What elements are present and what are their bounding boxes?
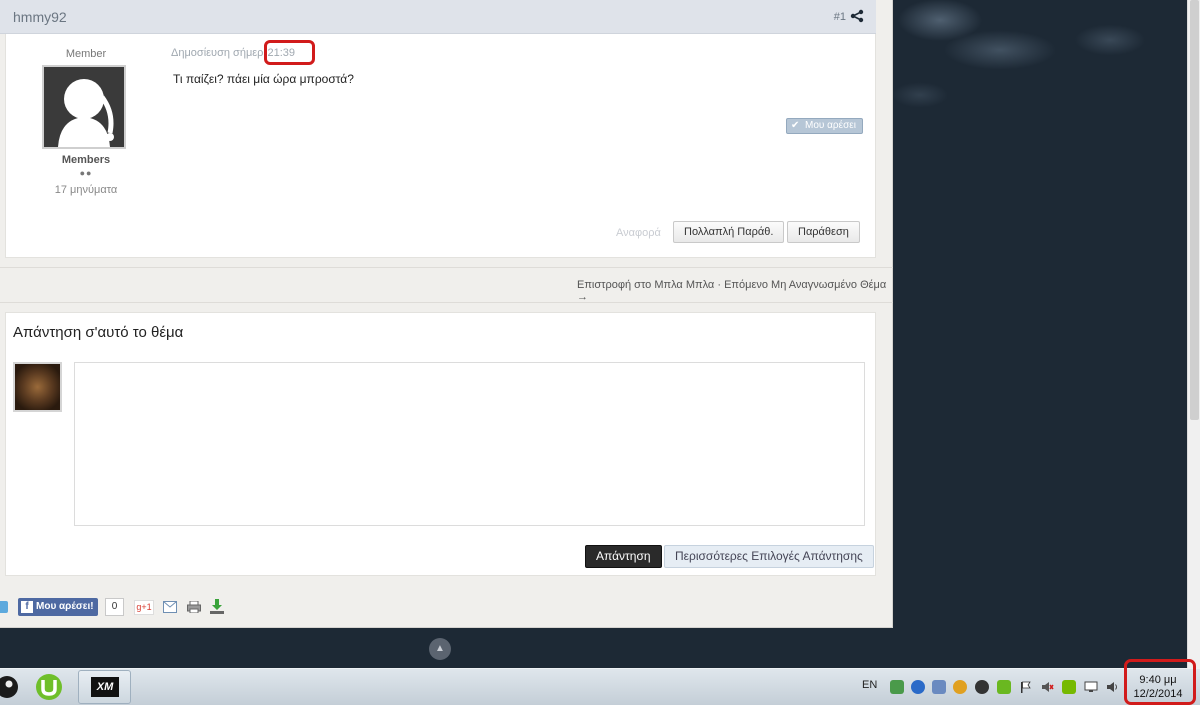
user-avatar[interactable]: [13, 362, 62, 412]
tray-app-icon[interactable]: [932, 680, 946, 694]
default-avatar-icon: [44, 67, 124, 147]
network-icon[interactable]: [1084, 680, 1098, 694]
report-link[interactable]: Αναφορά: [616, 227, 661, 239]
member-group: Members: [61, 154, 111, 166]
like-label: Μου αρέσει: [805, 120, 856, 131]
thread-navigation: Επιστροφή στο Μπλα Μπλα · Επόμενο Μη Ανα…: [577, 279, 892, 303]
print-icon[interactable]: [187, 601, 201, 613]
twitter-icon[interactable]: [0, 601, 8, 613]
tray-app-icon[interactable]: [911, 680, 925, 694]
xm-icon: XM: [91, 677, 119, 697]
reply-textarea[interactable]: [74, 362, 865, 526]
member-title: Member: [65, 48, 107, 60]
posted-label: Δημοσίευση σήμερ: [171, 47, 264, 59]
scroll-to-top-button[interactable]: ▲: [429, 638, 451, 660]
share-icon[interactable]: [850, 9, 864, 23]
steam-icon: [0, 676, 18, 698]
action-center-flag-icon[interactable]: [1019, 680, 1033, 694]
like-button[interactable]: ✔ Μου αρέσει: [786, 118, 863, 134]
nvidia-icon[interactable]: [1062, 680, 1076, 694]
facebook-like-count: 0: [105, 598, 124, 616]
facebook-like-button[interactable]: f Μου αρέσει!: [18, 598, 98, 616]
post-number[interactable]: #1: [834, 11, 846, 23]
tray-app-icon[interactable]: [953, 680, 967, 694]
language-indicator[interactable]: EN: [862, 679, 877, 691]
facebook-icon: f: [21, 601, 33, 613]
browser-scrollbar[interactable]: [1187, 0, 1200, 668]
scrollbar-thumb[interactable]: [1190, 0, 1199, 420]
clock-highlight-annotation: [1124, 659, 1196, 705]
divider: [0, 267, 893, 268]
taskbar-app-utorrent[interactable]: [23, 670, 76, 704]
taskbar-app-xm[interactable]: XM: [78, 670, 131, 704]
quote-button[interactable]: Παράθεση: [787, 221, 860, 243]
nav-separator: ·: [717, 279, 722, 291]
speaker-icon[interactable]: [1105, 680, 1119, 694]
fb-like-label: Μου αρέσει!: [36, 601, 94, 612]
rank-dots: ●●: [79, 168, 93, 178]
volume-muted-icon[interactable]: [1040, 680, 1054, 694]
email-icon[interactable]: [163, 601, 177, 613]
steam-tray-icon[interactable]: [975, 680, 989, 694]
reply-section: Απάντηση σ'αυτό το θέμα Απάντηση Περισσό…: [5, 312, 876, 576]
post-content: Τι παίζει? πάει μία ώρα μπροστά?: [173, 72, 354, 86]
multiquote-button[interactable]: Πολλαπλή Παράθ.: [673, 221, 785, 243]
post-author-name[interactable]: hmmy92: [13, 9, 67, 25]
check-icon: ✔: [791, 120, 800, 131]
more-reply-options-button[interactable]: Περισσότερες Επιλογές Απάντησης: [664, 545, 874, 568]
share-row: f Μου αρέσει! 0 g+1: [0, 598, 300, 620]
post-count: 17 μηνύματα: [54, 184, 118, 196]
tray-app-icon[interactable]: [997, 680, 1011, 694]
download-icon[interactable]: [210, 599, 224, 615]
back-to-forum-link[interactable]: Επιστροφή στο Μπλα Μπλα: [577, 279, 714, 291]
divider: [0, 302, 893, 303]
time-highlight-annotation: [264, 40, 315, 65]
reply-submit-button[interactable]: Απάντηση: [585, 545, 662, 568]
forum-page: hmmy92 #1 Member Members ●● 17 μηνύματα …: [0, 0, 893, 628]
google-plus-button[interactable]: g+1: [134, 600, 154, 615]
reply-title: Απάντηση σ'αυτό το θέμα: [13, 324, 184, 341]
post-body: Member Members ●● 17 μηνύματα Δημοσίευση…: [5, 34, 876, 258]
windows-taskbar: XM EN 9:40 μμ 12/2/2014: [0, 668, 1200, 705]
utorrent-icon: [36, 674, 62, 700]
tray-app-icon[interactable]: [890, 680, 904, 694]
post-header: hmmy92 #1: [0, 0, 876, 34]
author-avatar[interactable]: [42, 65, 126, 149]
